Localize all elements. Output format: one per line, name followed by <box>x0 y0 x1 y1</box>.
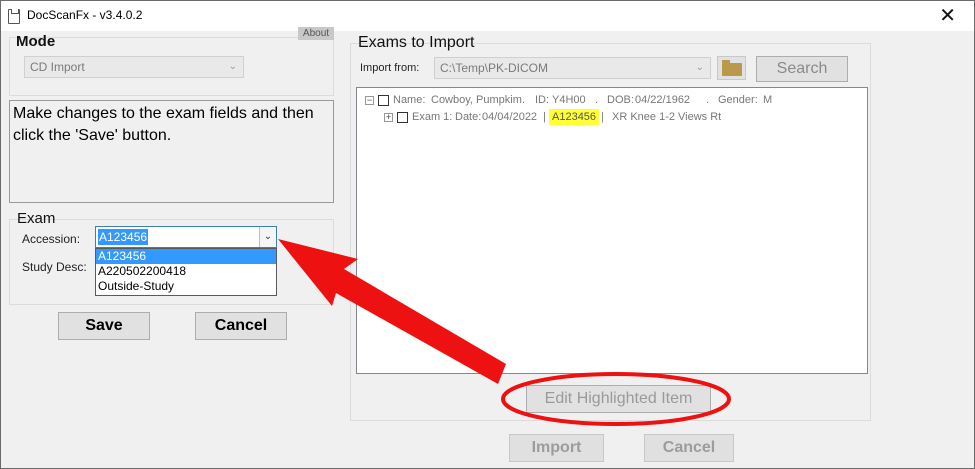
mode-title: Mode <box>16 33 56 50</box>
accession-option[interactable]: A123456 <box>96 249 276 264</box>
exam-accession-highlight: A123456 <box>549 109 600 125</box>
mode-select[interactable]: CD Import ⌄ <box>24 56 244 78</box>
exam-date-label: Date: <box>455 111 482 123</box>
exam-label: Exam 1: <box>412 111 453 123</box>
exam-checkbox[interactable] <box>397 112 408 123</box>
accession-dropdown-list: A123456 A220502200418 Outside-Study <box>95 248 277 296</box>
accession-select[interactable]: A123456 ⌄ <box>95 226 277 248</box>
mode-select-value: CD Import <box>30 60 85 74</box>
import-from-select[interactable]: C:\Temp\PK-DICOM ⌄ <box>434 57 711 79</box>
folder-icon <box>722 60 742 76</box>
expand-icon[interactable]: + <box>384 113 393 122</box>
separator-dot: . <box>706 94 710 106</box>
browse-folder-button[interactable] <box>717 56 746 80</box>
chevron-down-icon: ⌄ <box>228 61 237 72</box>
accession-option[interactable]: A220502200418 <box>96 264 276 279</box>
patient-id-value: Y4H00 <box>552 94 586 106</box>
separator-dot: . <box>522 94 526 106</box>
cancel-edit-button[interactable]: Cancel <box>195 312 287 340</box>
app-icon <box>8 9 20 24</box>
patient-dob-label: DOB: <box>607 94 634 106</box>
patient-gender-label: Gender: <box>718 94 758 106</box>
collapse-icon[interactable]: − <box>365 96 374 105</box>
patient-gender-value: M <box>763 94 773 106</box>
import-from-value: C:\Temp\PK-DICOM <box>440 61 549 75</box>
chevron-down-icon[interactable]: ⌄ <box>259 227 276 247</box>
patient-name-value: Cowboy, Pumpkim <box>431 94 522 106</box>
separator-bar: | <box>601 111 604 123</box>
exams-title: Exams to Import <box>358 34 475 51</box>
about-button[interactable]: About <box>298 27 334 40</box>
separator-dot: . <box>595 94 599 106</box>
exam-description: XR Knee 1-2 Views Rt <box>612 111 722 123</box>
patient-dob-value: 04/22/1962 <box>635 94 691 106</box>
title-bar: DocScanFx - v3.4.0.2 ✕ <box>1 1 974 31</box>
patient-name-label: Name: <box>393 94 426 106</box>
separator-bar: | <box>543 111 546 123</box>
study-desc-label: Study Desc: <box>22 260 87 274</box>
exam-tree[interactable]: − Name: Cowboy, Pumpkim . ID: Y4H00 . DO… <box>356 87 868 374</box>
close-icon[interactable]: ✕ <box>939 4 956 26</box>
tree-row-patient[interactable]: − Name: Cowboy, Pumpkim . ID: Y4H00 . DO… <box>365 92 845 108</box>
app-window: DocScanFx - v3.4.0.2 ✕ Mode About CD Imp… <box>0 0 975 469</box>
accession-label: Accession: <box>22 232 81 246</box>
patient-checkbox[interactable] <box>378 95 389 106</box>
patient-id-label: ID: <box>535 94 550 106</box>
save-button[interactable]: Save <box>58 312 150 340</box>
accession-option[interactable]: Outside-Study <box>96 279 276 294</box>
search-button[interactable]: Search <box>756 56 848 82</box>
edit-highlighted-button[interactable]: Edit Highlighted Item <box>526 385 711 413</box>
exam-title: Exam <box>17 210 56 227</box>
tree-row-exam[interactable]: + Exam 1: Date: 04/04/2022 | A123456 | X… <box>384 109 854 125</box>
accession-select-value: A123456 <box>98 229 149 245</box>
import-button[interactable]: Import <box>509 434 604 462</box>
chevron-down-icon: ⌄ <box>695 62 704 73</box>
cancel-import-button[interactable]: Cancel <box>644 434 734 462</box>
instructions-box: Make changes to the exam fields and then… <box>9 100 334 203</box>
import-from-label: Import from: <box>360 62 420 74</box>
window-title: DocScanFx - v3.4.0.2 <box>27 8 143 22</box>
exam-date-value: 04/04/2022 <box>482 111 538 123</box>
